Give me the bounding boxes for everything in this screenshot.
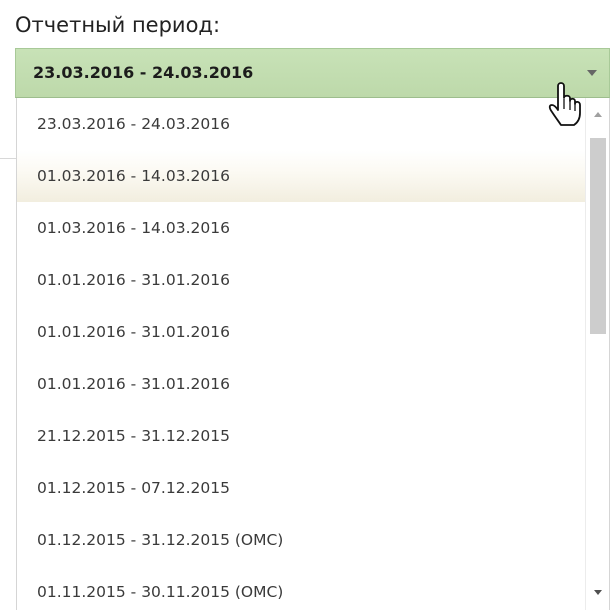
list-item[interactable]: 23.03.2016 - 24.03.2016 [17, 98, 585, 150]
options-container: 23.03.2016 - 24.03.2016 01.03.2016 - 14.… [17, 98, 585, 610]
period-options-list[interactable]: 23.03.2016 - 24.03.2016 01.03.2016 - 14.… [16, 98, 610, 610]
report-period-select[interactable]: 23.03.2016 - 24.03.2016 [15, 48, 610, 98]
list-item[interactable]: 21.12.2015 - 31.12.2015 [17, 410, 585, 462]
list-item[interactable]: 01.01.2016 - 31.01.2016 [17, 306, 585, 358]
list-item[interactable]: 01.01.2016 - 31.01.2016 [17, 254, 585, 306]
list-item[interactable]: 01.11.2015 - 30.11.2015 (ОМС) [17, 566, 585, 610]
scrollbar-thumb[interactable] [590, 138, 606, 334]
background-divider [0, 158, 16, 159]
report-period-label: Отчетный период: [15, 13, 221, 37]
list-item[interactable]: 01.12.2015 - 07.12.2015 [17, 462, 585, 514]
list-item[interactable]: 01.12.2015 - 31.12.2015 (ОМС) [17, 514, 585, 566]
scroll-down-arrow-icon[interactable] [594, 590, 602, 595]
selected-period-value: 23.03.2016 - 24.03.2016 [33, 63, 254, 82]
list-item[interactable]: 01.03.2016 - 14.03.2016 [17, 150, 585, 202]
list-item[interactable]: 01.01.2016 - 31.01.2016 [17, 358, 585, 410]
chevron-down-icon[interactable] [587, 70, 597, 76]
vertical-scrollbar[interactable] [585, 98, 609, 610]
report-period-form: Отчетный период: 23.03.2016 - 24.03.2016… [0, 0, 613, 610]
list-item[interactable]: 01.03.2016 - 14.03.2016 [17, 202, 585, 254]
scroll-up-arrow-icon[interactable] [594, 112, 602, 117]
